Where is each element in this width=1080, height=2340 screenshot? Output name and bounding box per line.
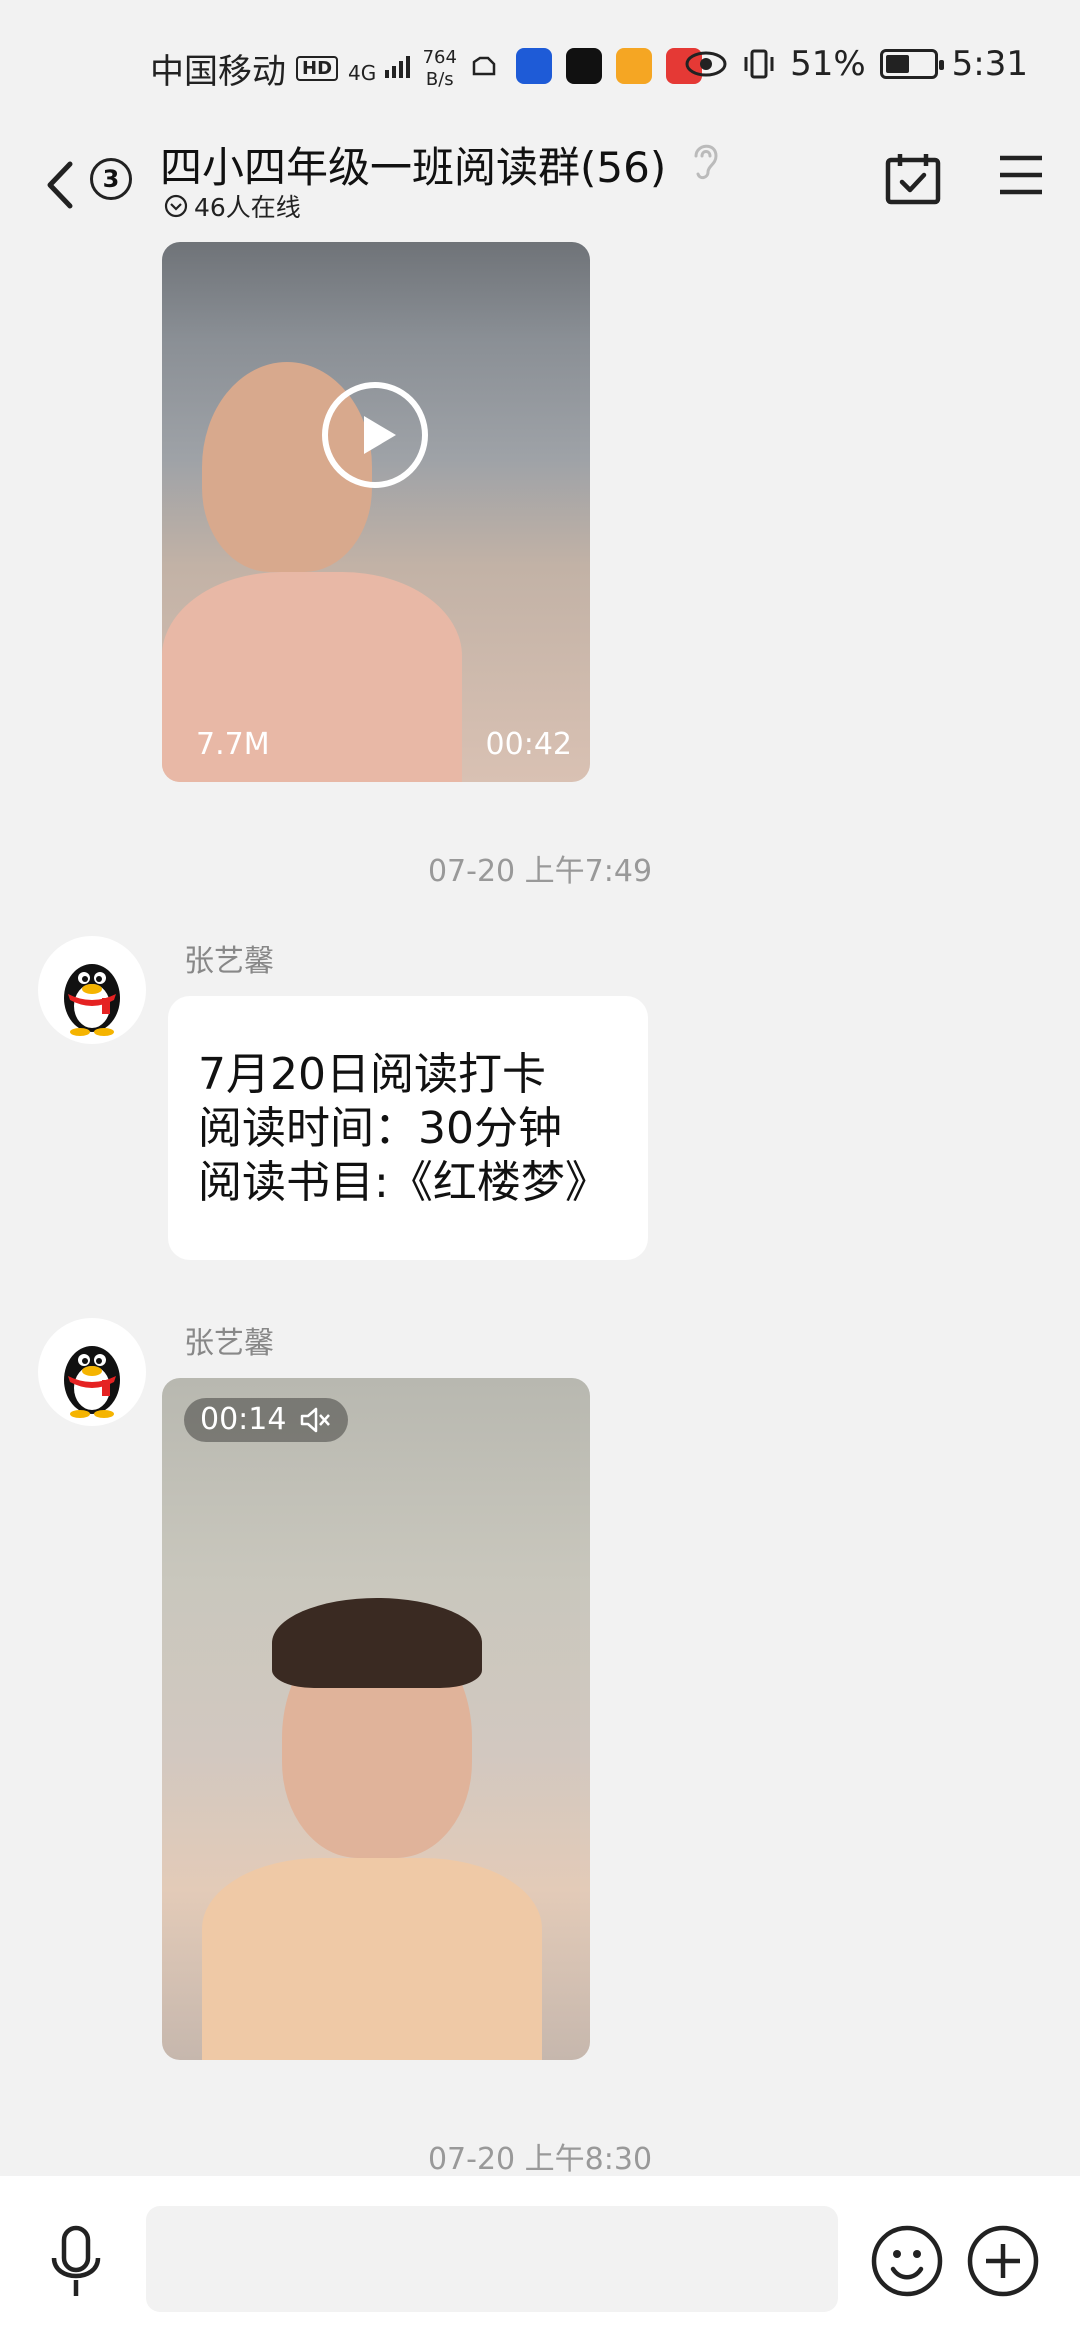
status-left: 中国移动 HD 4G 764 B/s (150, 44, 457, 93)
unread-count-badge[interactable]: 3 (90, 158, 132, 200)
group-title[interactable]: 四小四年级一班阅读群(56) (160, 134, 666, 195)
cloud-icon (472, 56, 496, 76)
video-thumbnail-shirt (202, 1858, 542, 2060)
message-line: 阅读书目:《红楼梦》 (198, 1157, 609, 1208)
input-bar (0, 2176, 1080, 2340)
back-icon[interactable] (36, 150, 86, 220)
chat-header: 3 四小四年级一班阅读群(56) 46人在线 (0, 130, 1080, 240)
battery-percent: 51% (790, 44, 866, 84)
play-icon[interactable] (322, 382, 428, 488)
mic-icon[interactable] (44, 2224, 108, 2300)
mute-icon[interactable] (298, 1405, 332, 1435)
clock: 5:31 (951, 44, 1028, 84)
video-thumbnail-hair (272, 1598, 482, 1688)
video-message[interactable]: 00:14 (162, 1378, 590, 2060)
video-duration-pill: 00:14 (184, 1398, 349, 1442)
app-notification-icon (516, 48, 552, 84)
ear-icon[interactable] (688, 138, 722, 182)
hd-icon: HD (296, 56, 339, 81)
video-size: 7.7M (196, 727, 270, 762)
status-bar: 中国移动 HD 4G 764 B/s 51% 5:31 (0, 0, 1080, 130)
status-right: 51% 5:31 (684, 44, 1028, 84)
battery-icon (879, 49, 944, 79)
video-duration: 00:42 (485, 727, 572, 762)
tiktok-icon (566, 48, 602, 84)
avatar[interactable] (38, 1318, 146, 1426)
message-line: 阅读时间：30分钟 (198, 1103, 562, 1154)
signal-icon: 4G (348, 54, 413, 83)
network-speed: 764 B/s (422, 46, 457, 90)
timestamp-separator: 07-20 上午8:30 (427, 2142, 653, 2177)
online-count: 46人在线 (194, 193, 301, 222)
notification-icons (466, 48, 702, 84)
qq-penguin-avatar (64, 1346, 120, 1418)
menu-icon[interactable] (998, 152, 1044, 198)
plus-icon[interactable] (966, 2224, 1040, 2298)
video-message[interactable]: 7.7M 00:42 (162, 242, 590, 782)
battery-fill (885, 55, 909, 73)
qq-penguin-avatar (64, 964, 120, 1036)
video-duration: 00:14 (200, 1402, 287, 1437)
vibrate-icon (744, 49, 774, 79)
eye-icon (685, 51, 727, 77)
emoji-icon[interactable] (870, 2224, 944, 2298)
carrier-label: 中国移动 (150, 52, 286, 92)
sender-name: 张艺馨 (184, 944, 274, 979)
timestamp-separator: 07-20 上午7:49 (427, 854, 653, 889)
app-notification-icon (616, 48, 652, 84)
chevron-down-circle-icon (164, 194, 188, 218)
avatar[interactable] (38, 936, 146, 1044)
text-message-bubble[interactable]: 7月20日阅读打卡 阅读时间：30分钟 阅读书目:《红楼梦》 (168, 996, 648, 1260)
message-line: 7月20日阅读打卡 (198, 1049, 546, 1100)
online-status[interactable]: 46人在线 (164, 188, 301, 224)
calendar-check-icon[interactable] (884, 150, 942, 208)
sender-name: 张艺馨 (184, 1326, 274, 1361)
message-input[interactable] (146, 2206, 838, 2312)
